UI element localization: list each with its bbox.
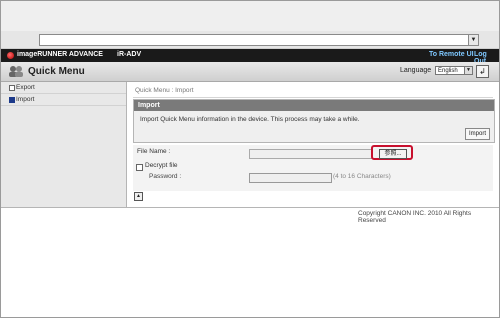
- device-header: imageRUNNER ADVANCE iR-ADV To Remote UI …: [1, 49, 499, 65]
- back-to-top-button[interactable]: ▲: [134, 192, 143, 201]
- address-bar[interactable]: ▼: [39, 34, 479, 46]
- arrow-up-icon: ▲: [136, 193, 141, 199]
- footer-divider: [1, 207, 499, 208]
- return-arrow-icon: ↲: [479, 67, 486, 76]
- browse-button[interactable]: 参照...: [379, 149, 407, 159]
- import-panel: Import Import Quick Menu information in …: [133, 99, 495, 143]
- browse-highlight: 参照...: [371, 145, 413, 160]
- sidebar-item-export[interactable]: Export: [1, 82, 126, 94]
- import-button[interactable]: Import: [465, 128, 490, 140]
- to-remote-ui-link[interactable]: To Remote UI: [429, 51, 474, 58]
- page-titlebar: Quick Menu Language English ▼ ↲: [1, 62, 499, 82]
- chevron-down-icon[interactable]: ▼: [468, 35, 478, 45]
- language-apply-button[interactable]: ↲: [476, 65, 489, 78]
- import-form: File Name : 参照... Decrypt file Password …: [133, 145, 493, 191]
- quick-menu-icon: [9, 66, 23, 77]
- sidebar: Export Import: [1, 82, 127, 207]
- language-label: Language: [400, 67, 432, 74]
- canon-logo-icon: [7, 52, 14, 59]
- panel-heading: Import: [134, 100, 494, 111]
- panel-message: Import Quick Menu information in the dev…: [140, 116, 360, 123]
- browser-window: ▼ imageRUNNER ADVANCE iR-ADV To Remote U…: [0, 0, 500, 318]
- panel-heading-text: Import: [138, 102, 160, 109]
- device-model: iR-ADV: [117, 51, 142, 58]
- breadcrumb: Quick Menu : Import: [135, 87, 194, 94]
- divider: [133, 97, 493, 98]
- copyright-text: Copyright CANON INC. 2010 All Rights Res…: [358, 210, 472, 224]
- bullet-icon: [9, 85, 15, 91]
- bullet-icon: [9, 97, 15, 103]
- password-label: Password :: [149, 173, 182, 180]
- sidebar-item-label: Import: [16, 96, 35, 103]
- language-select[interactable]: English ▼: [435, 66, 473, 75]
- chevron-down-icon: ▼: [464, 67, 472, 74]
- password-hint: (4 to 16 Characters): [333, 173, 391, 180]
- browser-toolbar: ▼: [1, 31, 499, 49]
- browser-titlebar: [1, 1, 499, 32]
- page-title: Quick Menu: [28, 66, 85, 77]
- sidebar-item-label: Export: [16, 84, 35, 91]
- decrypt-checkbox[interactable]: [136, 164, 143, 171]
- password-input[interactable]: [249, 173, 332, 183]
- main-content: Quick Menu : Import Import Import Quick …: [127, 82, 499, 207]
- file-name-label: File Name :: [137, 148, 171, 155]
- language-value: English: [438, 68, 458, 74]
- brand-name: imageRUNNER ADVANCE: [17, 51, 103, 58]
- sidebar-item-import[interactable]: Import: [1, 94, 126, 106]
- decrypt-label: Decrypt file: [145, 162, 178, 169]
- file-name-input[interactable]: [249, 149, 373, 159]
